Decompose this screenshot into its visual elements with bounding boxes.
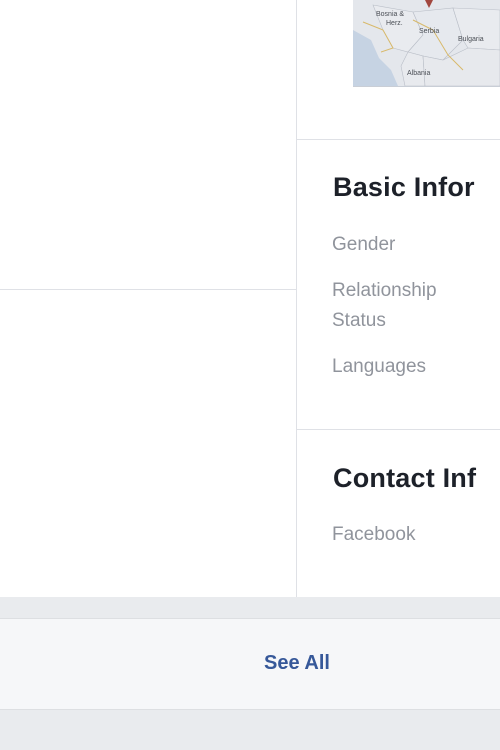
facebook-label: Facebook (332, 524, 416, 545)
basic-info-title: Basic Infor (333, 172, 475, 202)
see-all-footer: See All (0, 618, 500, 710)
location-map[interactable]: Bosnia & Herz. Serbia Bulgaria Albania (353, 0, 500, 87)
see-all-link[interactable]: See All (0, 652, 500, 675)
map-label: Serbia (419, 28, 440, 35)
left-column (0, 0, 296, 597)
map-label: Herz. (386, 20, 403, 27)
languages-label: Languages (332, 356, 427, 377)
column-divider (296, 0, 297, 597)
relationship-status-label: Status (332, 310, 386, 331)
section-divider (297, 429, 500, 430)
map-label: Albania (407, 70, 431, 77)
left-divider (0, 289, 296, 290)
map-label: Bulgaria (458, 36, 484, 43)
profile-panel: Bosnia & Herz. Serbia Bulgaria Albania B… (0, 0, 500, 597)
contact-info-title: Contact Inf (333, 463, 477, 493)
map-label: Bosnia & (376, 11, 405, 18)
relationship-status-label: Relationship (332, 280, 437, 301)
gender-label: Gender (332, 234, 396, 255)
section-divider (297, 139, 500, 140)
